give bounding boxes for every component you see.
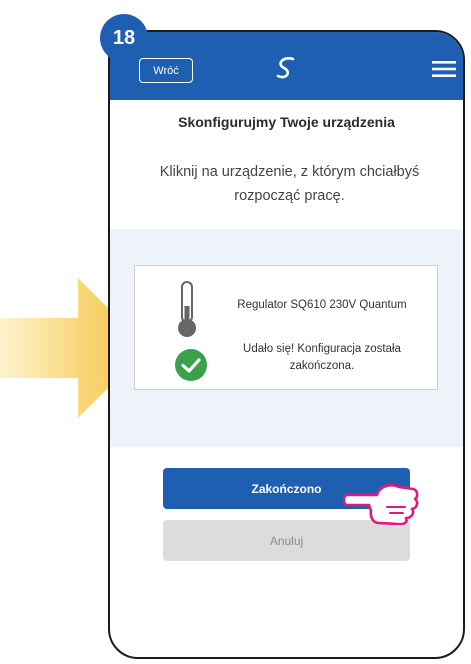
step-badge: 18 — [100, 14, 148, 62]
cancel-button[interactable]: Anuluj — [163, 520, 410, 561]
phone-frame: Wróć Skonfigurujmy Twoje urządzenia Klik… — [108, 30, 465, 659]
page-title: Skonfigurujmy Twoje urządzenia — [178, 114, 395, 130]
device-name: Regulator SQ610 230V Quantum — [237, 299, 407, 311]
thermometer-icon — [178, 281, 196, 337]
salus-logo-icon — [276, 57, 295, 79]
device-card[interactable]: Regulator SQ610 230V Quantum Udało się! … — [134, 265, 438, 390]
check-circle-icon — [175, 349, 207, 381]
app-header: Wróć — [110, 32, 463, 100]
configuration-status: Udało się! Konfiguracja została zakończo… — [243, 343, 401, 372]
device-list-panel: Regulator SQ610 230V Quantum Udało się! … — [110, 229, 463, 447]
instruction-text: Kliknij na urządzenie, z którym chciałby… — [159, 164, 420, 204]
hamburger-menu-icon[interactable] — [432, 60, 456, 78]
pointing-hand-icon — [343, 483, 419, 525]
back-button[interactable]: Wróć — [139, 58, 193, 83]
